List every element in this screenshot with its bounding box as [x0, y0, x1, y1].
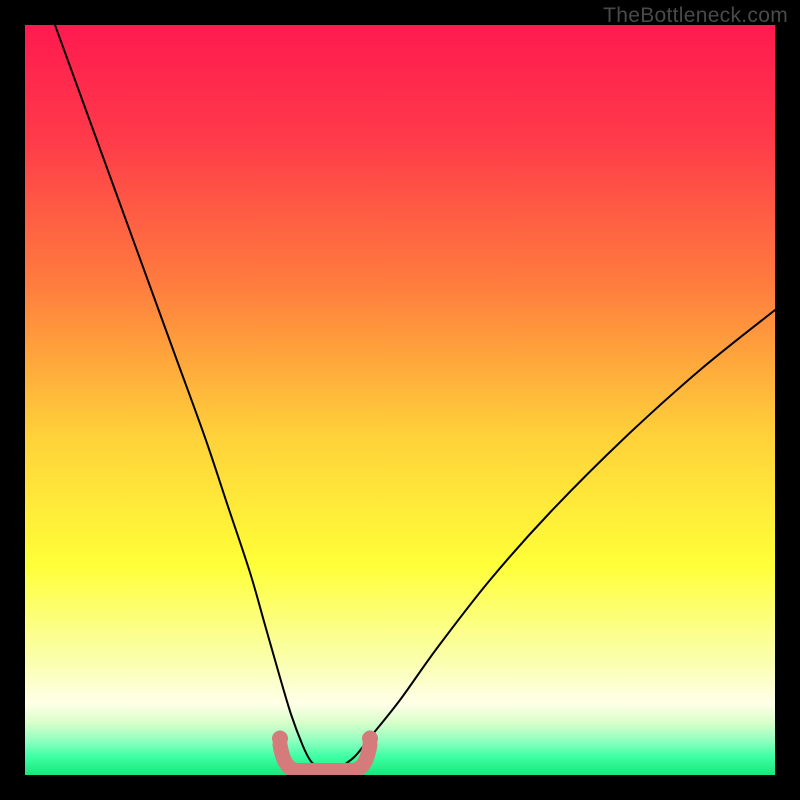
- watermark-text: TheBottleneck.com: [603, 4, 788, 28]
- plot-area: [25, 25, 775, 775]
- plot-svg: [25, 25, 775, 775]
- flat-region-dot-right: [362, 731, 378, 747]
- chart-frame: TheBottleneck.com: [0, 0, 800, 800]
- gradient-background: [25, 25, 775, 775]
- flat-region-dot-left: [272, 731, 288, 747]
